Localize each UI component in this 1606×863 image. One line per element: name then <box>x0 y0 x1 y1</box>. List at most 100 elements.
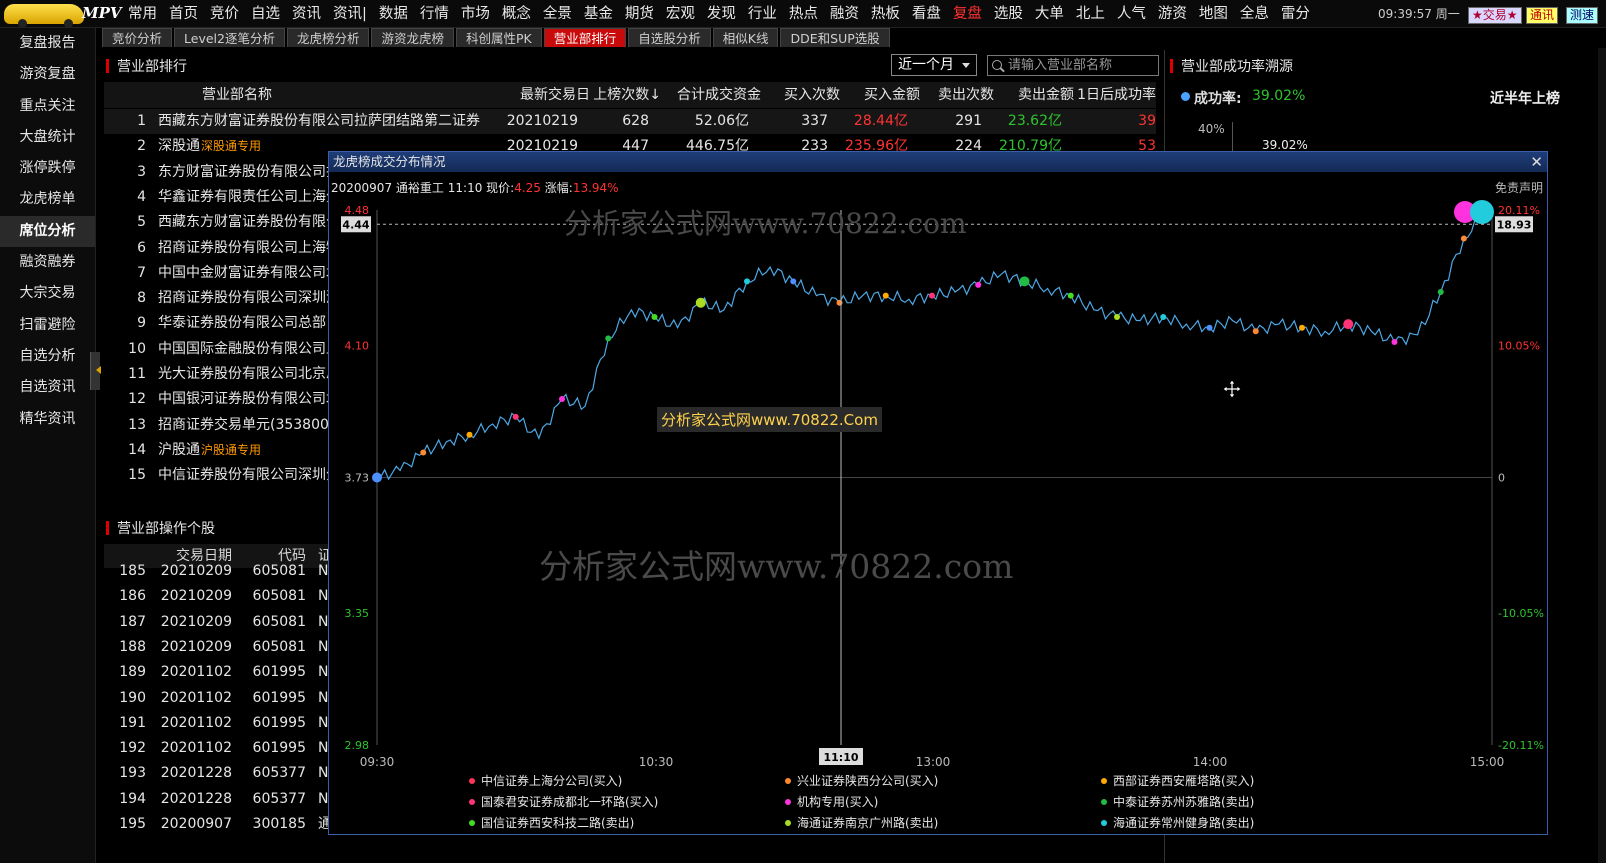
legend-item[interactable]: 兴业证券陕西分公司(买入) <box>785 772 938 789</box>
table-header-cell[interactable]: 最新交易日 <box>506 82 590 108</box>
intraday-price-chart[interactable]: 4.48 4.10 3.73 3.35 2.98 20.11% 10.05% 0 -10.05%… <box>329 196 1547 771</box>
sidebar-item[interactable]: 复盘报告 <box>0 28 95 59</box>
table-row[interactable]: 186 20210209 605081 N <box>104 584 334 609</box>
legend-item[interactable]: 国泰君安证券成都北一环路(买入) <box>469 793 658 810</box>
move-cursor-icon <box>1222 379 1242 399</box>
table-row[interactable]: 190 20201102 601995 N <box>104 686 334 711</box>
nav-item[interactable]: 融资 <box>824 0 865 28</box>
subtab[interactable]: 科创属性PK <box>456 28 542 47</box>
nav-item[interactable]: 宏观 <box>660 0 701 28</box>
sidebar-item[interactable]: 自选资讯 <box>0 372 95 403</box>
nav-item[interactable]: 行情 <box>414 0 455 28</box>
subtab[interactable]: DDE和SUP选股 <box>780 28 890 47</box>
table-header-cell[interactable]: 合计成交资金 <box>661 82 761 108</box>
nav-item[interactable]: 地图 <box>1193 0 1234 28</box>
nav-item[interactable]: 行业 <box>742 0 783 28</box>
table-row[interactable]: 1 西藏东方财富证券股份有限公司拉萨团结路第二证券 20210219 628 52.06… <box>104 109 1156 135</box>
sidebar-item[interactable]: 涨停跌停 <box>0 153 95 184</box>
cell-d: 20210209 <box>160 588 232 605</box>
subtab[interactable]: 竞价分析 <box>102 28 173 47</box>
sidebar-item[interactable]: 大盘统计 <box>0 122 95 153</box>
table-header-cell[interactable]: 卖出金额 <box>994 82 1074 108</box>
nav-item[interactable]: 资讯 <box>286 0 327 28</box>
table-header-cell[interactable]: 买入金额 <box>840 82 920 108</box>
nav-item[interactable]: 首页 <box>163 0 204 28</box>
sidebar-item[interactable]: 席位分析 <box>0 215 95 248</box>
nav-item[interactable]: 看盘 <box>906 0 947 28</box>
nav-item[interactable]: 全景 <box>537 0 578 28</box>
legend-item[interactable]: 海通证券南京广州路(卖出) <box>785 814 938 831</box>
sidebar-item[interactable]: 扫雷避险 <box>0 310 95 341</box>
right-scrollbar[interactable] <box>1598 48 1606 863</box>
legend-item[interactable]: 海通证券常州健身路(卖出) <box>1101 814 1254 831</box>
sidebar-item[interactable]: 重点关注 <box>0 91 95 122</box>
disclaimer-link[interactable]: 免责声明 <box>1495 179 1543 196</box>
legend-item[interactable]: 中信证券上海分公司(买入) <box>469 772 622 789</box>
table-header-cell[interactable]: 买入次数 <box>761 82 840 108</box>
communication-button[interactable]: 通讯 <box>1526 7 1559 24</box>
nav-item[interactable]: 复盘 <box>947 0 988 28</box>
table-row[interactable]: 192 20201102 601995 N <box>104 736 334 761</box>
dialog-title-bar[interactable]: 龙虎榜成交分布情况 ✕ <box>329 152 1547 172</box>
nav-item[interactable]: 竞价 <box>204 0 245 28</box>
table-row[interactable]: 195 20200907 300185 通 <box>104 812 334 837</box>
nav-item[interactable]: 数据 <box>373 0 414 28</box>
subtab[interactable]: 营业部排行 <box>543 28 627 47</box>
sidebar-item[interactable]: 融资融券 <box>0 247 95 278</box>
legend-item[interactable]: 中泰证券苏州苏雅路(卖出) <box>1101 793 1254 810</box>
table-row[interactable]: 185 20210209 605081 N <box>104 559 334 584</box>
legend-item[interactable]: 西部证券西安雁塔路(买入) <box>1101 772 1254 789</box>
table-row[interactable]: 189 20201102 601995 N <box>104 660 334 685</box>
nav-item[interactable]: 市场 <box>455 0 496 28</box>
table-header-cell[interactable]: 上榜次数↓ <box>590 82 661 108</box>
nav-item[interactable]: 人气 <box>1111 0 1152 28</box>
cell-d: 20201102 <box>160 664 232 681</box>
cell-c: 605081 <box>252 638 306 655</box>
table-row[interactable]: 191 20201102 601995 N <box>104 711 334 736</box>
table-header-cell[interactable]: 卖出次数 <box>920 82 994 108</box>
nav-item[interactable]: 资讯| <box>327 0 373 28</box>
sidebar-item[interactable]: 精华资讯 <box>0 404 95 435</box>
nav-item[interactable]: 游资 <box>1152 0 1193 28</box>
nav-item[interactable]: 北上 <box>1070 0 1111 28</box>
legend-item[interactable]: 机构专用(买入) <box>785 793 878 810</box>
subtab[interactable]: 自选股分析 <box>628 28 711 47</box>
sidebar-item[interactable]: 自选分析 <box>0 341 95 372</box>
legend-item[interactable]: 国信证券西安科技二路(卖出) <box>469 814 634 831</box>
sidebar-item[interactable]: 龙虎榜单 <box>0 184 95 215</box>
nav-item[interactable]: 概念 <box>496 0 537 28</box>
nav-item[interactable]: 发现 <box>701 0 742 28</box>
app-logo[interactable]: MPV <box>0 0 122 28</box>
nav-item[interactable]: 全息 <box>1234 0 1275 28</box>
close-icon[interactable]: ✕ <box>1530 153 1543 171</box>
table-row[interactable]: 194 20201228 605377 N <box>104 787 334 812</box>
table-row[interactable]: 193 20201228 605377 N <box>104 761 334 786</box>
cell-n: 194 <box>119 790 146 807</box>
trade-marker <box>929 292 935 299</box>
subtab[interactable]: 游资龙虎榜 <box>371 28 454 47</box>
speed-test-button[interactable]: 测速 <box>1566 7 1599 24</box>
subtab[interactable]: Level2逐笔分析 <box>174 28 285 47</box>
table-header-cell[interactable]: 营业部名称 <box>146 82 506 108</box>
broker-search-input[interactable]: 请输入营业部名称 <box>987 55 1159 76</box>
subtab[interactable]: 相似K线 <box>712 28 779 47</box>
table-header-cell[interactable]: 1日后成功率 <box>1074 82 1156 108</box>
table-row[interactable]: 187 20210209 605081 N <box>104 610 334 635</box>
table-header-cell[interactable] <box>104 82 146 108</box>
nav-item[interactable]: 自选 <box>245 0 286 28</box>
nav-item[interactable]: 选股 <box>988 0 1029 28</box>
sidebar-item[interactable]: 大宗交易 <box>0 278 95 309</box>
nav-item[interactable]: 热板 <box>865 0 906 28</box>
table-row[interactable]: 188 20210209 605081 N <box>104 635 334 660</box>
trade-button[interactable]: ★交易★ <box>1468 7 1522 24</box>
nav-item[interactable]: 常用 <box>122 0 163 28</box>
sidebar-collapse-handle[interactable] <box>90 352 101 390</box>
nav-item[interactable]: 大单 <box>1029 0 1070 28</box>
sidebar-item[interactable]: 游资复盘 <box>0 59 95 90</box>
nav-item[interactable]: 雷分 <box>1275 0 1316 28</box>
nav-item[interactable]: 期货 <box>619 0 660 28</box>
subtab[interactable]: 龙虎榜分析 <box>286 28 370 47</box>
period-select[interactable]: 近一个月 <box>891 54 977 76</box>
nav-item[interactable]: 基金 <box>578 0 619 28</box>
nav-item[interactable]: 热点 <box>783 0 824 28</box>
